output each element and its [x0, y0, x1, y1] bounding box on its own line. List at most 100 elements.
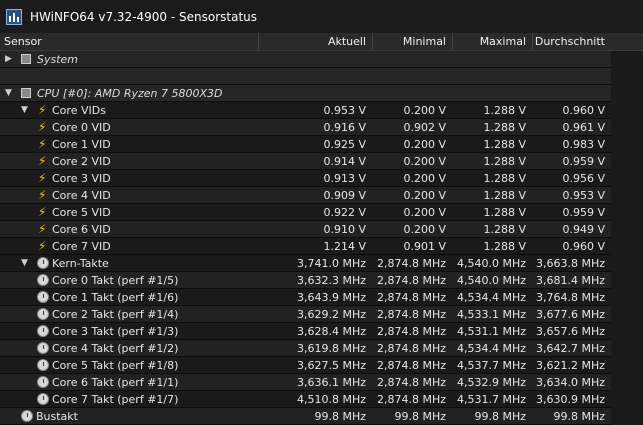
clock-icon	[37, 291, 49, 303]
value-current: 0.909 V	[323, 189, 366, 202]
value-min: 0.200 V	[403, 223, 446, 236]
lightning-bolt-icon: ⚡	[38, 222, 47, 236]
value-current: 3,636.1 MHz	[296, 376, 366, 389]
value-min: 2,874.8 MHz	[376, 359, 446, 372]
sensor-label: Core 6 VID	[52, 223, 111, 236]
sensor-row[interactable]: Core 0 Takt (perf #1/5) 3,632.3 MHz 2,874.…	[0, 272, 643, 289]
value-max: 1.288 V	[483, 206, 526, 219]
value-current: 0.910 V	[323, 223, 366, 236]
sensor-row[interactable]: ⚡ Core 0 VID 0.916 V 0.902 V 1.288 V 0.961 V	[0, 119, 643, 136]
sensor-label: Core 6 Takt (perf #1/1)	[52, 376, 179, 389]
sensor-label: Core 4 Takt (perf #1/2)	[52, 342, 179, 355]
value-avg: 0.961 V	[562, 121, 605, 134]
clock-icon	[21, 410, 33, 422]
header-sensor[interactable]: Sensor	[4, 33, 254, 50]
sensor-label: Core VIDs	[52, 104, 106, 117]
sensor-label: Core 1 VID	[52, 138, 111, 151]
value-avg: 3,642.7 MHz	[535, 342, 605, 355]
value-current: 3,632.3 MHz	[296, 274, 366, 287]
value-min: 2,874.8 MHz	[376, 325, 446, 338]
value-min: 0.902 V	[403, 121, 446, 134]
chevron-down-icon[interactable]: ▼	[5, 85, 12, 102]
value-current: 0.913 V	[323, 172, 366, 185]
value-max: 4,531.1 MHz	[456, 325, 526, 338]
header-current[interactable]: Aktuell	[258, 33, 372, 50]
sensor-row[interactable]: ⚡ Core 2 VID 0.914 V 0.200 V 1.288 V 0.959 V	[0, 153, 643, 170]
sensor-label: Core 5 VID	[52, 206, 111, 219]
sensor-row[interactable]: Core 5 Takt (perf #1/8) 3,627.5 MHz 2,874.…	[0, 357, 643, 374]
value-avg: 0.983 V	[562, 138, 605, 151]
value-avg: 99.8 MHz	[553, 410, 605, 423]
sensor-row-bustakt[interactable]: Bustakt 99.8 MHz 99.8 MHz 99.8 MHz 99.8 …	[0, 408, 643, 425]
sensor-label: Core 5 Takt (perf #1/8)	[52, 359, 179, 372]
lightning-bolt-icon: ⚡	[38, 137, 47, 151]
value-avg: 3,621.2 MHz	[535, 359, 605, 372]
lightning-bolt-icon: ⚡	[38, 154, 47, 168]
value-avg: 3,663.8 MHz	[535, 257, 605, 270]
sensor-row-core-vids[interactable]: ▼ ⚡ Core VIDs 0.953 V 0.200 V 1.288 V 0.…	[0, 102, 643, 119]
value-current: 1.214 V	[323, 240, 366, 253]
value-min: 2,874.8 MHz	[376, 291, 446, 304]
scrollbar-area[interactable]	[611, 51, 643, 425]
value-max: 1.288 V	[483, 104, 526, 117]
spacer-row	[0, 68, 643, 85]
sensor-row-kern-takte[interactable]: ▼ Kern-Takte 3,741.0 MHz 2,874.8 MHz 4,5…	[0, 255, 643, 272]
sensor-row[interactable]: ⚡ Core 4 VID 0.909 V 0.200 V 1.288 V 0.953 V	[0, 187, 643, 204]
sensor-row[interactable]: ⚡ Core 3 VID 0.913 V 0.200 V 1.288 V 0.956 V	[0, 170, 643, 187]
value-min: 2,874.8 MHz	[376, 393, 446, 406]
value-max: 1.288 V	[483, 138, 526, 151]
chevron-down-icon[interactable]: ▼	[21, 102, 28, 119]
value-max: 1.288 V	[483, 223, 526, 236]
value-current: 0.916 V	[323, 121, 366, 134]
sensor-row[interactable]: ⚡ Core 5 VID 0.922 V 0.200 V 1.288 V 0.959 V	[0, 204, 643, 221]
header-max[interactable]: Maximal	[452, 33, 532, 50]
sensor-row[interactable]: Core 4 Takt (perf #1/2) 3,619.8 MHz 2,874.…	[0, 340, 643, 357]
chevron-down-icon[interactable]: ▼	[21, 255, 28, 272]
sensor-label: Bustakt	[36, 410, 78, 423]
value-min: 0.200 V	[403, 104, 446, 117]
sensor-label: Core 3 VID	[52, 172, 111, 185]
clock-icon	[37, 393, 49, 405]
value-max: 4,531.7 MHz	[456, 393, 526, 406]
sensor-row[interactable]: ⚡ Core 7 VID 1.214 V 0.901 V 1.288 V 0.960 V	[0, 238, 643, 255]
value-max: 4,534.4 MHz	[456, 291, 526, 304]
sensor-label: Core 1 Takt (perf #1/6)	[52, 291, 179, 304]
value-max: 4,540.0 MHz	[456, 274, 526, 287]
sensor-list: ▶ System ▼ CPU [#0]: AMD Ryzen 7 5800X3D…	[0, 51, 643, 425]
chip-icon	[21, 54, 31, 64]
value-current: 3,627.5 MHz	[296, 359, 366, 372]
value-avg: 0.959 V	[562, 155, 605, 168]
value-min: 2,874.8 MHz	[376, 274, 446, 287]
sensor-row[interactable]: Core 1 Takt (perf #1/6) 3,643.9 MHz 2,874.…	[0, 289, 643, 306]
header-min[interactable]: Minimal	[372, 33, 452, 50]
value-min: 2,874.8 MHz	[376, 257, 446, 270]
value-max: 4,532.9 MHz	[456, 376, 526, 389]
sensor-row[interactable]: Core 7 Takt (perf #1/7) 4,510.8 MHz 2,874.…	[0, 391, 643, 408]
chevron-right-icon[interactable]: ▶	[5, 51, 12, 68]
value-max: 4,534.4 MHz	[456, 342, 526, 355]
value-avg: 0.953 V	[562, 189, 605, 202]
sensor-row[interactable]: Core 6 Takt (perf #1/1) 3,636.1 MHz 2,874.…	[0, 374, 643, 391]
value-avg: 0.960 V	[562, 240, 605, 253]
value-max: 4,540.0 MHz	[456, 257, 526, 270]
value-avg: 3,764.8 MHz	[535, 291, 605, 304]
sensor-label: Core 7 Takt (perf #1/7)	[52, 393, 179, 406]
sensor-row[interactable]: ⚡ Core 1 VID 0.925 V 0.200 V 1.288 V 0.983 V	[0, 136, 643, 153]
value-min: 0.200 V	[403, 138, 446, 151]
value-min: 2,874.8 MHz	[376, 342, 446, 355]
sensor-row[interactable]: ⚡ Core 6 VID 0.910 V 0.200 V 1.288 V 0.949 V	[0, 221, 643, 238]
sensor-label: Core 7 VID	[52, 240, 111, 253]
header-avg[interactable]: Durchschnitt	[532, 33, 611, 50]
sensor-row[interactable]: Core 3 Takt (perf #1/3) 3,628.4 MHz 2,874.…	[0, 323, 643, 340]
sensor-row[interactable]: Core 2 Takt (perf #1/4) 3,629.2 MHz 2,874.…	[0, 306, 643, 323]
value-min: 0.200 V	[403, 172, 446, 185]
group-system[interactable]: ▶ System	[0, 51, 643, 68]
value-current: 3,629.2 MHz	[296, 308, 366, 321]
sensor-label: Kern-Takte	[52, 257, 109, 270]
sensor-label: Core 0 VID	[52, 121, 111, 134]
value-max: 1.288 V	[483, 155, 526, 168]
clock-icon	[37, 257, 49, 269]
value-max: 4,537.7 MHz	[456, 359, 526, 372]
group-cpu[interactable]: ▼ CPU [#0]: AMD Ryzen 7 5800X3D	[0, 85, 643, 102]
value-current: 99.8 MHz	[314, 410, 366, 423]
